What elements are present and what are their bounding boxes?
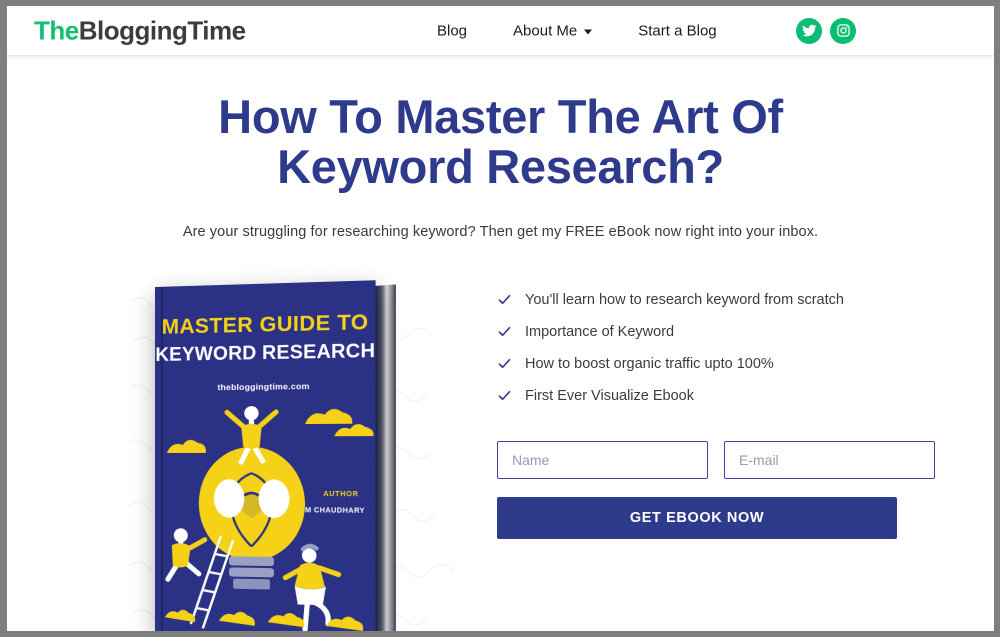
page-title: How To Master The Art Of Keyword Researc…	[121, 92, 881, 193]
twitter-icon	[802, 23, 817, 38]
ebook-spine	[376, 284, 396, 631]
email-input[interactable]	[724, 441, 935, 479]
get-ebook-button[interactable]: GET EBOOK NOW	[497, 497, 897, 539]
nav-item-start-a-blog[interactable]: Start a Blog	[638, 22, 716, 39]
social-links	[796, 18, 856, 44]
logo-text-the: The	[34, 15, 79, 45]
benefits-list: You'll learn how to research keyword fro…	[497, 292, 897, 404]
ebook-cover: MASTER GUIDE TO KEYWORD RESEARCH theblog…	[155, 280, 376, 631]
nav-item-blog-label: Blog	[437, 22, 467, 39]
list-item: How to boost organic traffic upto 100%	[497, 356, 897, 372]
ebook-image: MASTER GUIDE TO KEYWORD RESEARCH theblog…	[125, 274, 455, 631]
hero-body: MASTER GUIDE TO KEYWORD RESEARCH theblog…	[7, 282, 994, 622]
list-item: First Ever Visualize Ebook	[497, 388, 897, 404]
logo-text-bloggingtime: BloggingTime	[79, 15, 246, 45]
name-input[interactable]	[497, 441, 708, 479]
ebook-title-line1: MASTER GUIDE TO	[155, 310, 376, 340]
instagram-icon	[836, 23, 851, 38]
ebook-front: MASTER GUIDE TO KEYWORD RESEARCH theblog…	[155, 280, 376, 631]
check-icon	[497, 356, 512, 371]
offer-panel: You'll learn how to research keyword fro…	[497, 292, 897, 539]
site-header: TheBloggingTime Blog About Me Start a Bl…	[7, 6, 994, 56]
ebook-title-line2: KEYWORD RESEARCH	[155, 340, 376, 367]
benefit-label: Importance of Keyword	[525, 324, 674, 340]
main-navigation: Blog About Me Start a Blog	[437, 22, 717, 39]
page-viewport: TheBloggingTime Blog About Me Start a Bl…	[7, 6, 994, 631]
twitter-link[interactable]	[796, 18, 822, 44]
list-item: Importance of Keyword	[497, 324, 897, 340]
hero-subtitle: Are your struggling for researching keyw…	[7, 224, 994, 240]
benefit-label: How to boost organic traffic upto 100%	[525, 356, 774, 372]
nav-item-about-me-label: About Me	[513, 22, 577, 39]
site-logo[interactable]: TheBloggingTime	[34, 15, 246, 46]
list-item: You'll learn how to research keyword fro…	[497, 292, 897, 308]
signup-form	[497, 441, 897, 479]
benefit-label: You'll learn how to research keyword fro…	[525, 292, 844, 308]
ebook-site-url: thebloggingtime.com	[155, 380, 376, 393]
lightbulb-illustration	[155, 392, 376, 631]
check-icon	[497, 388, 512, 403]
instagram-link[interactable]	[830, 18, 856, 44]
nav-item-about-me[interactable]: About Me	[513, 22, 592, 39]
browser-frame: TheBloggingTime Blog About Me Start a Bl…	[0, 0, 1000, 637]
chevron-down-icon	[584, 29, 592, 34]
nav-item-blog[interactable]: Blog	[437, 22, 467, 39]
check-icon	[497, 292, 512, 307]
nav-item-start-a-blog-label: Start a Blog	[638, 22, 716, 39]
benefit-label: First Ever Visualize Ebook	[525, 388, 694, 404]
check-icon	[497, 324, 512, 339]
hero-section: How To Master The Art Of Keyword Researc…	[7, 56, 994, 622]
